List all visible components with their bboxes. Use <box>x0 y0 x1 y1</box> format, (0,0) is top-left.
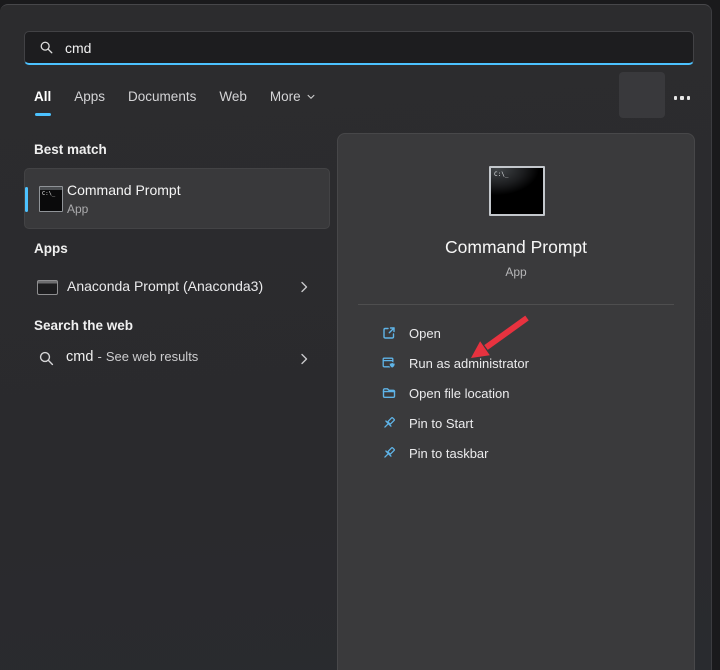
search-input[interactable] <box>65 40 625 56</box>
section-header-best-match: Best match <box>34 142 107 157</box>
windows-search-screen: All Apps Documents Web More Best match C… <box>0 0 720 670</box>
tab-web[interactable]: Web <box>219 89 247 112</box>
recent-highlight-square <box>619 72 665 118</box>
cmd-terminal-icon-large: C:\_ <box>489 166 545 216</box>
search-icon <box>39 40 54 55</box>
more-options-button[interactable] <box>669 89 695 107</box>
dot-icon <box>687 96 691 100</box>
dot-icon <box>680 96 684 100</box>
search-icon <box>38 350 55 367</box>
dot-icon <box>674 96 678 100</box>
action-list: Open Run as administrator Open file <box>338 318 694 468</box>
list-item-label: Anaconda Prompt (Anaconda3) <box>67 278 263 294</box>
action-pin-to-taskbar[interactable]: Pin to taskbar <box>338 438 694 468</box>
web-suffix: See web results <box>106 349 199 364</box>
admin-shield-icon <box>381 355 397 371</box>
best-match-title: Command Prompt <box>67 182 181 198</box>
preview-app-title: Command Prompt <box>338 237 694 258</box>
cmd-terminal-icon: C:\_ <box>39 186 63 212</box>
action-label: Pin to taskbar <box>409 446 489 461</box>
chevron-down-icon <box>306 92 316 102</box>
divider <box>358 304 674 305</box>
selection-accent-bar <box>25 187 28 212</box>
action-pin-to-start[interactable]: Pin to Start <box>338 408 694 438</box>
action-open-file-location[interactable]: Open file location <box>338 378 694 408</box>
action-label: Pin to Start <box>409 416 473 431</box>
best-match-item-command-prompt[interactable]: C:\_ Command Prompt App <box>24 168 330 229</box>
web-result-text: cmd - See web results <box>66 349 198 365</box>
list-item-anaconda-prompt[interactable]: Anaconda Prompt (Anaconda3) <box>24 263 330 311</box>
chevron-right-icon <box>296 279 312 295</box>
terminal-window-icon <box>37 280 58 295</box>
action-run-as-administrator[interactable]: Run as administrator <box>338 348 694 378</box>
best-match-subtitle: App <box>67 202 88 216</box>
section-header-apps: Apps <box>34 241 68 256</box>
open-external-icon <box>381 325 397 341</box>
pin-icon <box>381 415 397 431</box>
pin-icon <box>381 445 397 461</box>
action-label: Open file location <box>409 386 509 401</box>
tab-apps[interactable]: Apps <box>74 89 105 112</box>
folder-icon <box>381 385 397 401</box>
start-search-menu: All Apps Documents Web More Best match C… <box>0 4 712 670</box>
section-header-search-web: Search the web <box>34 318 133 333</box>
tab-documents[interactable]: Documents <box>128 89 196 112</box>
action-label: Open <box>409 326 441 341</box>
preview-panel: C:\_ Command Prompt App Open <box>337 133 695 670</box>
search-filter-tabs: All Apps Documents Web More <box>34 89 316 112</box>
web-result-item[interactable]: cmd - See web results <box>24 335 330 381</box>
action-label: Run as administrator <box>409 356 529 371</box>
tab-more-label: More <box>270 89 301 104</box>
tab-more[interactable]: More <box>270 89 316 112</box>
tab-all[interactable]: All <box>34 89 51 112</box>
action-open[interactable]: Open <box>338 318 694 348</box>
chevron-right-icon <box>296 351 312 367</box>
web-query: cmd <box>66 349 93 365</box>
preview-app-type: App <box>338 265 694 279</box>
search-bar[interactable] <box>24 31 694 65</box>
web-separator: - <box>97 349 101 364</box>
